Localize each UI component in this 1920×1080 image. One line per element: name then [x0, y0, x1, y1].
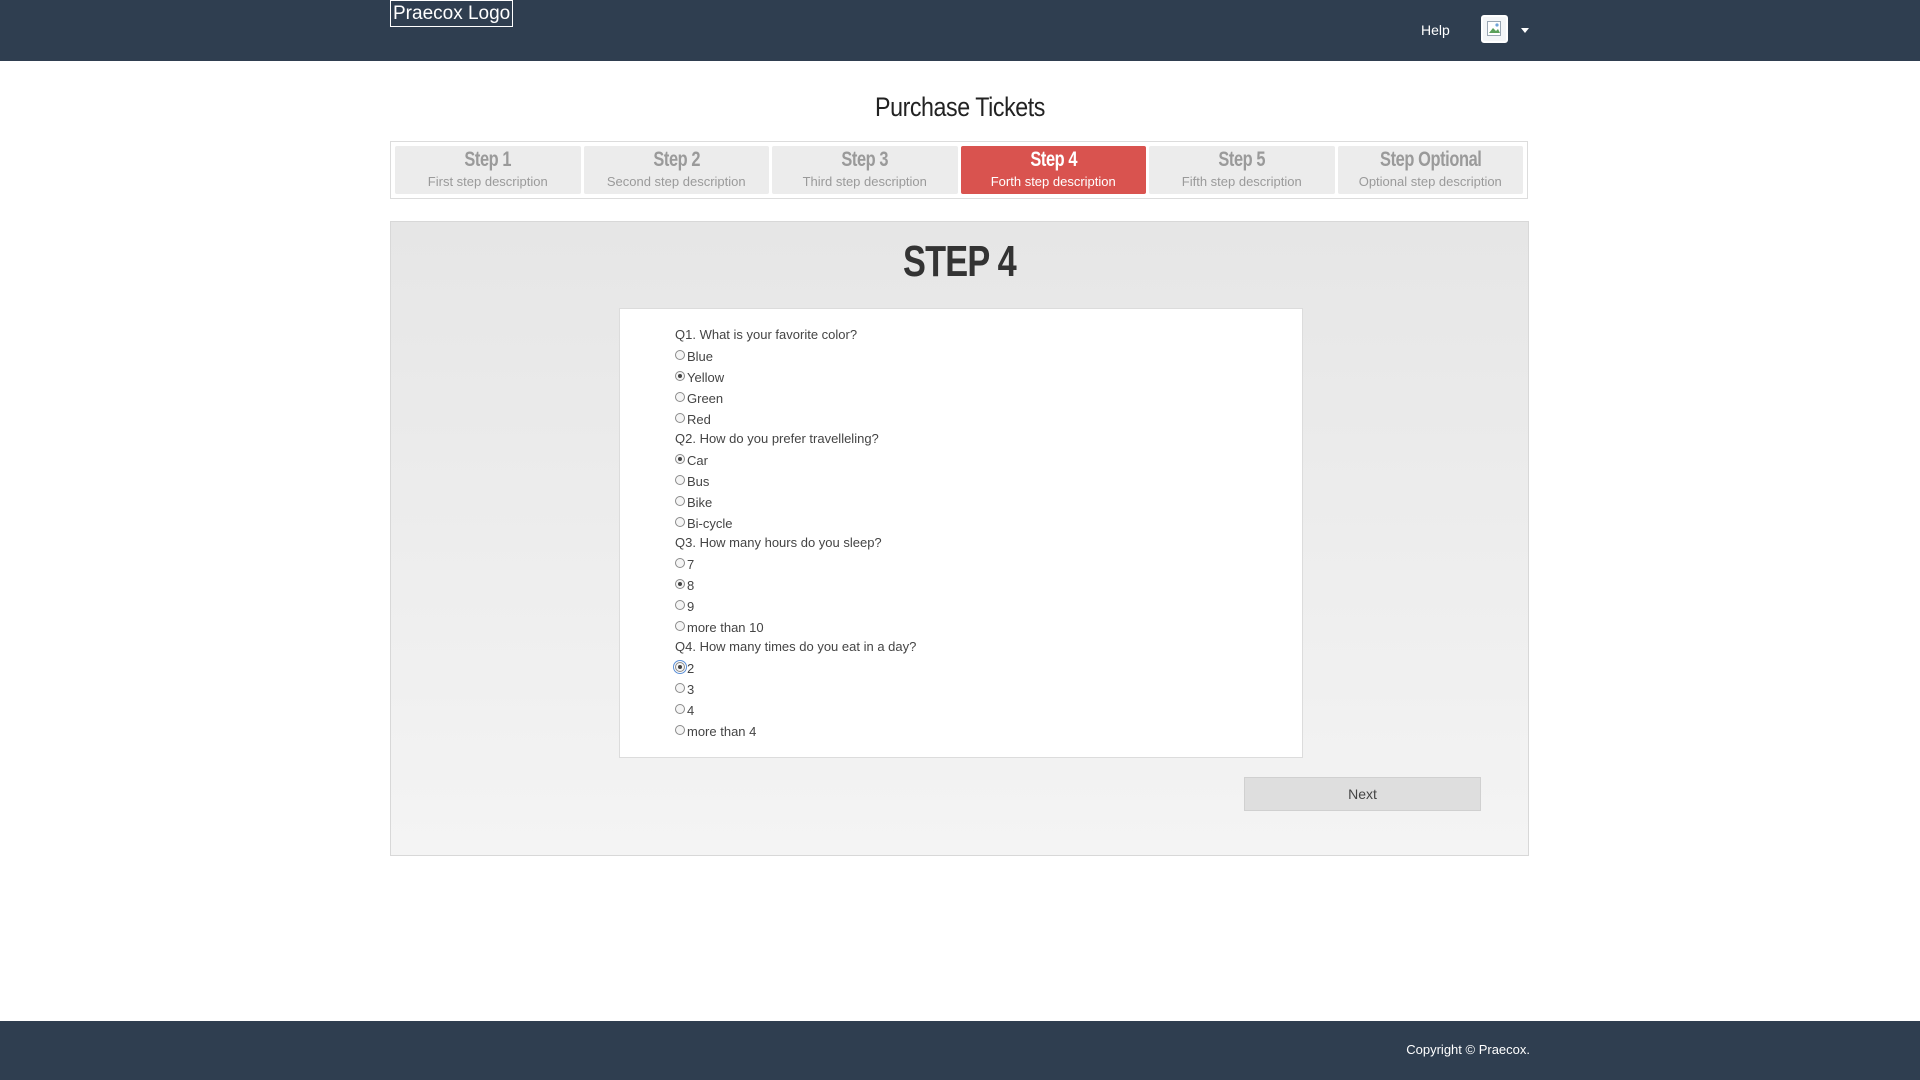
user-avatar[interactable]	[1481, 15, 1508, 43]
radio-button[interactable]	[675, 578, 685, 589]
radio-button[interactable]	[675, 370, 685, 381]
step-description: Fifth step description	[1181, 174, 1302, 189]
radio-button[interactable]	[675, 682, 685, 693]
top-navbar: Praecox Logo Help	[0, 0, 1920, 61]
option-label[interactable]: Blue	[687, 349, 713, 364]
step-panel: STEP 4 Q1. What is your favorite color? B…	[390, 221, 1529, 856]
radio-option: Bike	[675, 491, 1302, 512]
option-label[interactable]: Bi-cycle	[687, 516, 733, 531]
option-label[interactable]: 7	[687, 557, 694, 572]
option-label[interactable]: 4	[687, 703, 694, 718]
radio-option: 2	[673, 657, 1302, 678]
radio-button[interactable]	[675, 453, 685, 464]
option-label[interactable]: Bus	[687, 474, 709, 489]
step-3[interactable]: Step 3 Third step description	[772, 146, 958, 194]
question-label: Q2. How do you prefer travelleling?	[675, 431, 879, 446]
radio-option: Yellow	[675, 366, 1302, 387]
page-title: Purchase Tickets	[875, 92, 1045, 122]
radio-button[interactable]	[675, 620, 685, 631]
radio-option: 4	[675, 699, 1302, 720]
option-label[interactable]: 3	[687, 682, 694, 697]
option-label[interactable]: Car	[687, 453, 708, 468]
radio-button[interactable]	[675, 412, 685, 423]
option-label[interactable]: 2	[687, 661, 694, 676]
radio-button[interactable]	[673, 659, 687, 674]
broken-image-icon	[1487, 21, 1501, 36]
radio-option: 3	[675, 678, 1302, 699]
radio-button[interactable]	[675, 349, 685, 360]
step-2[interactable]: Step 2 Second step description	[583, 146, 769, 194]
step-description: Forth step description	[990, 174, 1116, 189]
radio-button[interactable]	[675, 703, 685, 714]
option-label[interactable]: 9	[687, 599, 694, 614]
radio-option: Blue	[675, 345, 1302, 366]
step-title: Step 5	[1218, 148, 1266, 171]
step-title: Step 2	[652, 148, 700, 171]
radio-option: Green	[675, 387, 1302, 408]
radio-option: 9	[675, 595, 1302, 616]
radio-option: 8	[675, 574, 1302, 595]
option-label[interactable]: more than 4	[687, 724, 756, 739]
copyright-text: Copyright © Praecox.	[1406, 1042, 1530, 1057]
radio-button[interactable]	[675, 391, 685, 402]
radio-button[interactable]	[675, 495, 685, 506]
step-description: Optional step description	[1358, 174, 1502, 189]
option-label[interactable]: Red	[687, 412, 711, 427]
panel-heading: STEP 4	[903, 237, 1017, 286]
step-title: Step 1	[464, 148, 512, 171]
option-label[interactable]: Yellow	[687, 370, 724, 385]
option-label[interactable]: Green	[687, 391, 723, 406]
step-6[interactable]: Step Optional Optional step description	[1337, 146, 1523, 194]
step-title: Step 4	[1029, 148, 1077, 171]
option-label[interactable]: 8	[687, 578, 694, 593]
radio-option: Car	[675, 449, 1302, 470]
question-label: Q4. How many times do you eat in a day?	[675, 639, 917, 654]
step-wizard: Step 1 First step description Step 2 Second…	[390, 141, 1528, 199]
radio-option: Red	[675, 408, 1302, 429]
option-label[interactable]: more than 10	[687, 620, 764, 635]
quiz-form: Q1. What is your favorite color? Blue Yell…	[619, 308, 1303, 758]
footer: Copyright © Praecox.	[0, 1021, 1920, 1080]
option-label[interactable]: Bike	[687, 495, 712, 510]
radio-option: 7	[675, 553, 1302, 574]
step-1[interactable]: Step 1 First step description	[395, 146, 581, 194]
radio-button[interactable]	[675, 724, 685, 735]
logo[interactable]: Praecox Logo	[390, 0, 514, 27]
radio-button[interactable]	[675, 474, 685, 485]
radio-option: more than 10	[675, 616, 1302, 637]
question-label: Q3. How many hours do you sleep?	[675, 535, 882, 550]
next-button[interactable]: Next	[1244, 777, 1481, 811]
radio-option: Bus	[675, 470, 1302, 491]
step-title: Step Optional	[1379, 148, 1482, 171]
step-title: Step 3	[841, 148, 889, 171]
step-5[interactable]: Step 5 Fifth step description	[1149, 146, 1335, 194]
step-description: Third step description	[802, 174, 927, 189]
step-4-active[interactable]: Step 4 Forth step description	[960, 146, 1146, 194]
step-description: First step description	[427, 174, 548, 189]
question-label: Q1. What is your favorite color?	[675, 327, 858, 342]
step-description: Second step description	[606, 174, 746, 189]
radio-button[interactable]	[675, 599, 685, 610]
radio-option: more than 4	[675, 720, 1302, 741]
caret-down-icon[interactable]	[1521, 28, 1529, 33]
radio-option: Bi-cycle	[675, 512, 1302, 533]
help-link[interactable]: Help	[1421, 21, 1450, 39]
radio-button[interactable]	[675, 557, 685, 568]
radio-button[interactable]	[675, 516, 685, 527]
